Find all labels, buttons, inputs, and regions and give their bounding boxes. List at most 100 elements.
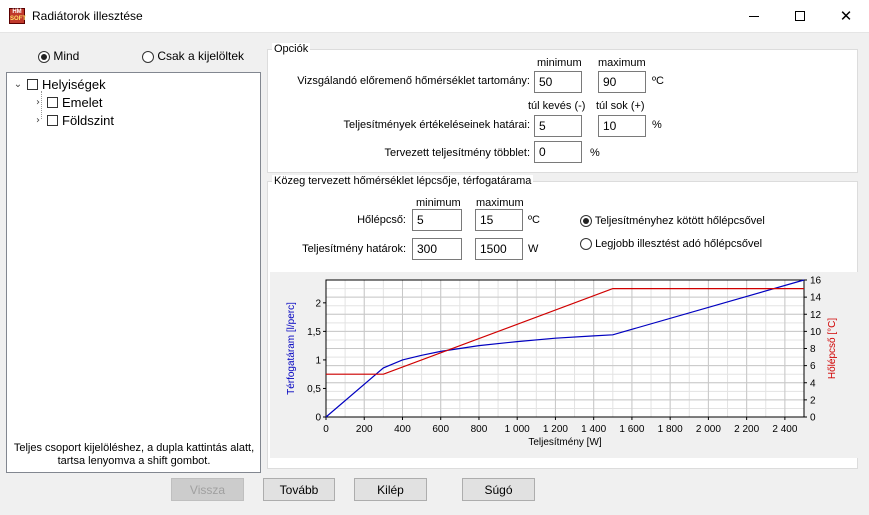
- x-tick-label: 400: [394, 424, 411, 435]
- x-tick-label: 1 600: [619, 424, 644, 435]
- y2-tick-label: 2: [810, 395, 816, 406]
- x-tick-label: 1 000: [505, 424, 530, 435]
- radio-best-step[interactable]: Legjobb illesztést adó hőlépcsővel: [580, 238, 763, 251]
- radio-linked-step[interactable]: Teljesítményhez kötött hőlépcsővel: [580, 215, 765, 228]
- title-bar: HM SOFT Radiátorok illesztése ✕: [0, 0, 869, 33]
- surplus-label: Tervezett teljesítmény többlet:: [384, 147, 530, 159]
- chart-panel: 0 200 400 600 800 1 000 1 200 1 400 1 600 1 800 2 …: [270, 272, 858, 458]
- radio-unchecked-icon: [142, 50, 154, 63]
- y2-tick-label: 10: [810, 327, 822, 338]
- help-line-1: Teljes csoport kijelöléshez, a dupla kat…: [13, 442, 255, 454]
- help-line-2: tartsa lenyomva a shift gombot.: [57, 455, 211, 467]
- room-tree[interactable]: ⌄ Helyiségek › Emelet › Földszint: [6, 72, 261, 473]
- perf-col-high: túl sok (+): [596, 100, 645, 112]
- help-button[interactable]: Súgó: [462, 478, 535, 501]
- filter-selected-radio[interactable]: Csak a kijelöltek: [142, 49, 244, 63]
- filter-selected-label: Csak a kijelöltek: [157, 49, 245, 63]
- checkbox[interactable]: [47, 97, 58, 108]
- chevron-right-icon[interactable]: ›: [33, 97, 43, 108]
- chevron-down-icon[interactable]: ⌄: [13, 79, 23, 90]
- x-tick-label: 0: [323, 424, 329, 435]
- step-label: Hőlépcső:: [357, 214, 406, 226]
- back-button[interactable]: Vissza: [171, 478, 244, 501]
- minimize-button[interactable]: [731, 0, 777, 32]
- y-axis-label: Térfogatáram [l/perc]: [286, 302, 297, 395]
- close-icon: ✕: [839, 6, 853, 25]
- app-logo-icon: HM SOFT: [9, 8, 26, 24]
- radio-best-label: Legjobb illesztést adó hőlépcsővel: [595, 238, 763, 250]
- y2-tick-label: 14: [810, 293, 822, 304]
- app-logo-bottom: SOFT: [10, 16, 26, 22]
- radio-unchecked-icon: [580, 238, 592, 251]
- y2-tick-label: 0: [810, 413, 816, 424]
- window-title: Radiátorok illesztése: [32, 9, 143, 23]
- tree-item-label: Földszint: [62, 113, 115, 128]
- options-col-min: minimum: [537, 57, 582, 69]
- y-tick-label: 2: [315, 298, 321, 309]
- step-max-field[interactable]: 15: [475, 209, 523, 231]
- medium-group-title: Közeg tervezett hőmérséklet lépcsője, té…: [272, 175, 534, 187]
- x-tick-label: 1 800: [658, 424, 683, 435]
- x-axis-label: Teljesítmény [W]: [528, 437, 602, 448]
- power-label: Teljesítmény határok:: [302, 243, 406, 255]
- y2-tick-label: 12: [810, 310, 822, 321]
- x-tick-label: 200: [356, 424, 373, 435]
- y2-tick-label: 6: [810, 361, 816, 372]
- radio-linked-label: Teljesítményhez kötött hőlépcsővel: [594, 215, 765, 227]
- x-tick-label: 600: [432, 424, 449, 435]
- surplus-unit: %: [590, 147, 600, 159]
- x-tick-label: 800: [471, 424, 488, 435]
- power-max-field[interactable]: 1500: [475, 238, 523, 260]
- help-text: Teljes csoport kijelöléshez, a dupla kat…: [8, 442, 260, 468]
- perf-col-low: túl kevés (-): [528, 100, 586, 112]
- y2-tick-label: 16: [810, 276, 822, 287]
- radio-checked-icon: [38, 50, 50, 63]
- y-tick-label: 0: [315, 413, 321, 424]
- tree-item-foldszint[interactable]: › Földszint: [33, 113, 114, 128]
- tree-item-label: Helyiségek: [42, 77, 106, 92]
- tree-item-emelet[interactable]: › Emelet: [33, 95, 102, 110]
- x-tick-label: 1 200: [543, 424, 568, 435]
- exit-button[interactable]: Kilép: [354, 478, 427, 501]
- surplus-field[interactable]: 0: [534, 141, 582, 163]
- maximize-button[interactable]: [777, 0, 823, 32]
- x-tick-label: 2 200: [734, 424, 759, 435]
- close-button[interactable]: ✕: [823, 0, 869, 32]
- chevron-right-icon[interactable]: ›: [33, 115, 43, 126]
- next-button[interactable]: Tovább: [263, 478, 335, 501]
- temp-min-field[interactable]: 50: [534, 71, 582, 93]
- options-group-title: Opciók: [272, 43, 311, 55]
- y2-tick-label: 4: [810, 378, 816, 389]
- x-tick-label: 1 400: [581, 424, 606, 435]
- tree-item-root[interactable]: ⌄ Helyiségek: [13, 77, 106, 92]
- perf-limits-label: Teljesítmények értékeléseinek határai:: [343, 119, 530, 131]
- flow-step-chart: 0 200 400 600 800 1 000 1 200 1 400 1 600 1 800 2 …: [286, 276, 838, 449]
- minimize-icon: [749, 15, 759, 17]
- medium-col-min: minimum: [416, 197, 461, 209]
- checkbox[interactable]: [27, 79, 38, 90]
- tree-item-label: Emelet: [62, 95, 103, 110]
- y-tick-label: 1,5: [307, 327, 321, 338]
- checkbox[interactable]: [47, 115, 58, 126]
- step-unit: ºC: [528, 214, 540, 226]
- temp-range-label: Vizsgálandó előremenő hőmérséklet tartom…: [297, 75, 530, 87]
- x-tick-label: 2 000: [696, 424, 721, 435]
- temp-max-field[interactable]: 90: [598, 71, 646, 93]
- x-tick-label: 2 400: [772, 424, 797, 435]
- power-min-field[interactable]: 300: [412, 238, 462, 260]
- step-min-field[interactable]: 5: [412, 209, 462, 231]
- filter-all-radio[interactable]: Mind: [38, 49, 79, 63]
- perf-high-field[interactable]: 10: [598, 115, 646, 137]
- options-col-max: maximum: [598, 57, 646, 69]
- power-unit: W: [528, 243, 539, 255]
- y-tick-label: 0,5: [307, 384, 321, 395]
- medium-col-max: maximum: [476, 197, 524, 209]
- y2-axis-label: Hőlépcső [°C]: [827, 318, 838, 379]
- y-tick-label: 1: [315, 355, 321, 366]
- perf-low-field[interactable]: 5: [534, 115, 582, 137]
- app-logo-top: HM: [12, 9, 22, 15]
- filter-all-label: Mind: [53, 49, 80, 63]
- maximize-icon: [795, 11, 805, 21]
- y2-tick-label: 8: [810, 344, 816, 355]
- radio-checked-icon: [580, 215, 592, 228]
